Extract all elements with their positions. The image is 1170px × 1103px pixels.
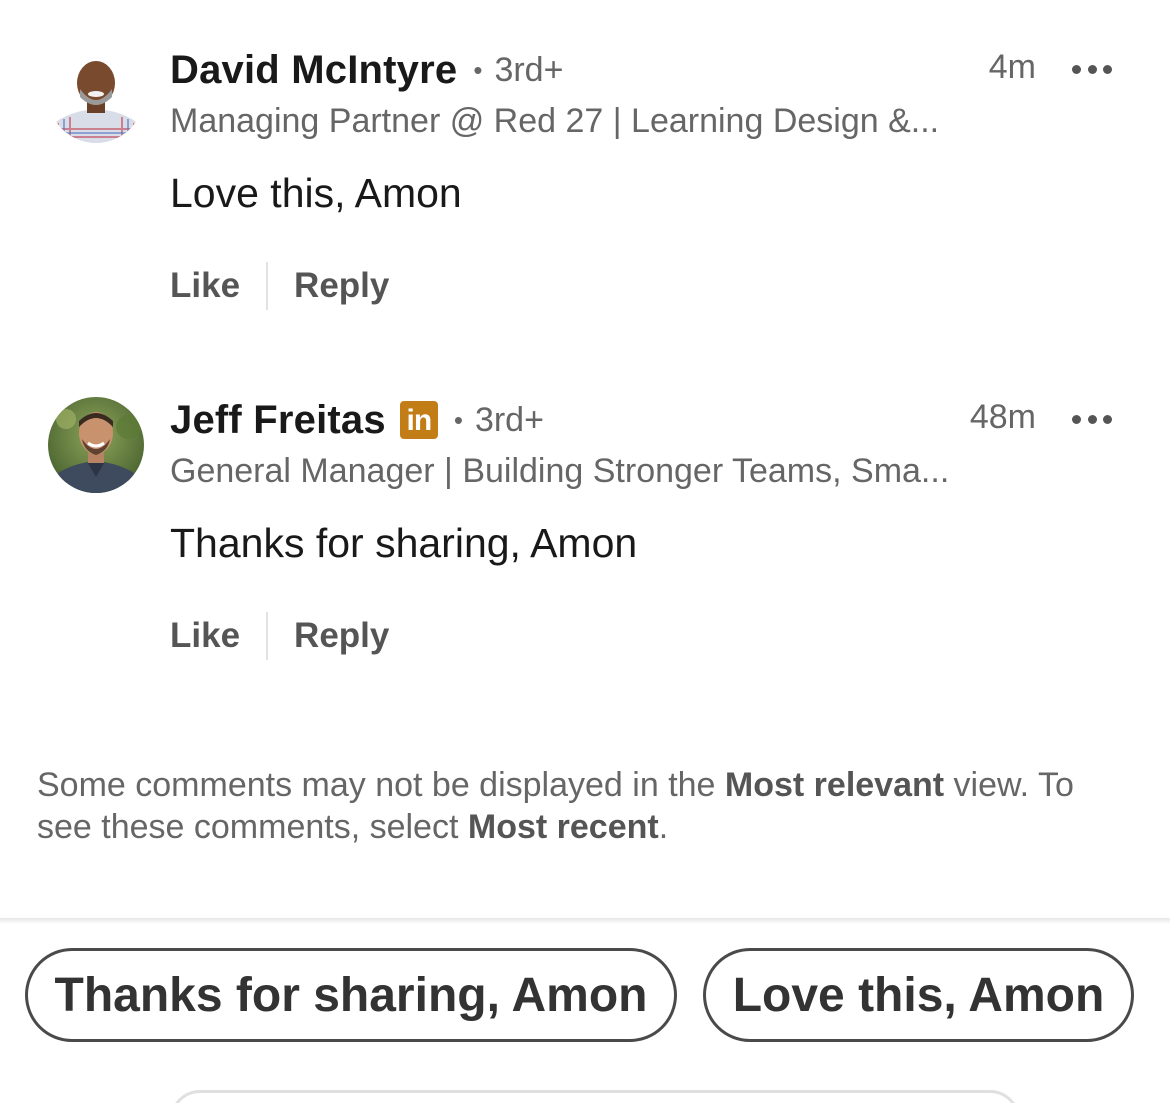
more-options-icon[interactable] <box>1072 54 1112 84</box>
comments-filter-notice: Some comments may not be displayed in th… <box>37 764 1117 848</box>
more-options-icon[interactable] <box>1072 404 1112 434</box>
like-button[interactable]: Like <box>170 616 240 656</box>
separator-dot: • <box>453 404 463 435</box>
comment-actions: Like Reply <box>170 262 389 310</box>
comment-actions: Like Reply <box>170 612 389 660</box>
commenter-avatar[interactable] <box>48 47 144 143</box>
notice-text: . <box>658 808 669 846</box>
comment-item: David McIntyre • 3rd+ 4m Managing Partne… <box>0 0 1170 350</box>
comment-text: Love this, Amon <box>170 170 462 216</box>
suggested-reply-chip[interactable]: Thanks for sharing, Amon <box>25 948 677 1042</box>
comment-timestamp: 4m <box>988 48 1036 86</box>
linkedin-premium-badge-icon: in <box>399 401 438 439</box>
connection-degree: 3rd+ <box>494 50 564 89</box>
comment-input-field[interactable] <box>170 1090 1020 1103</box>
commenter-headline: Managing Partner @ Red 27 | Learning Des… <box>170 102 940 140</box>
comment-timestamp: 48m <box>969 398 1036 436</box>
person-avatar-icon <box>48 47 144 143</box>
connection-degree: 3rd+ <box>474 400 544 439</box>
comment-item: Jeff Freitas in • 3rd+ 48m General Manag… <box>0 350 1170 700</box>
suggested-reply-chip[interactable]: Love this, Amon <box>703 948 1134 1042</box>
action-divider <box>266 262 269 310</box>
person-avatar-icon <box>48 397 144 493</box>
reply-button[interactable]: Reply <box>294 266 389 306</box>
section-divider <box>0 918 1170 924</box>
action-divider <box>266 612 269 660</box>
separator-dot: • <box>473 54 483 85</box>
commenter-name[interactable]: David McIntyre <box>170 48 457 93</box>
most-recent-label[interactable]: Most recent <box>468 808 659 846</box>
commenter-header: David McIntyre • 3rd+ <box>170 42 563 98</box>
reply-button[interactable]: Reply <box>294 616 389 656</box>
like-button[interactable]: Like <box>170 266 240 306</box>
commenter-avatar[interactable] <box>48 397 144 493</box>
notice-text: Some comments may not be displayed in th… <box>37 766 725 804</box>
commenter-name[interactable]: Jeff Freitas <box>170 398 386 443</box>
commenter-headline: General Manager | Building Stronger Team… <box>170 452 950 490</box>
commenter-header: Jeff Freitas in • 3rd+ <box>170 392 544 448</box>
most-relevant-label: Most relevant <box>724 766 945 804</box>
comment-text: Thanks for sharing, Amon <box>170 520 638 566</box>
badge-text: in <box>406 404 432 437</box>
